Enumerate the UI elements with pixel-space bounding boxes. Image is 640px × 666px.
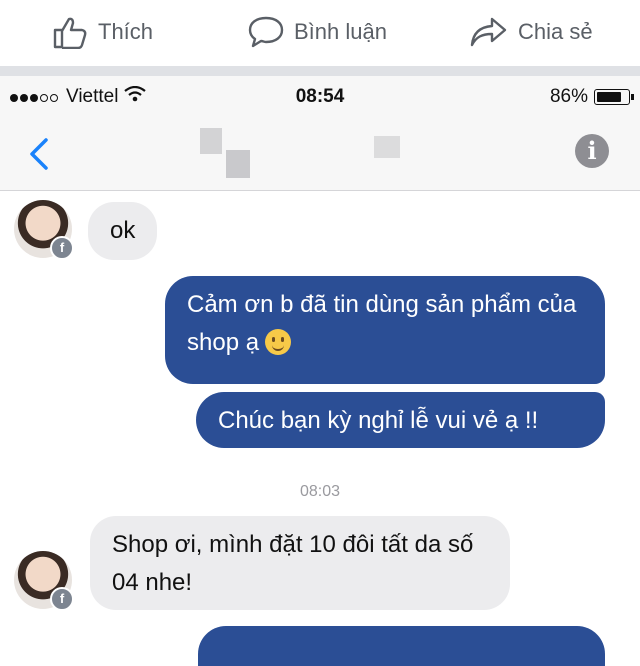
blurred-contact-name bbox=[200, 128, 222, 154]
conversation-header bbox=[0, 120, 640, 191]
like-button[interactable]: Thích bbox=[52, 10, 153, 54]
comment-button[interactable]: Bình luận bbox=[248, 10, 387, 54]
info-icon: i bbox=[587, 136, 597, 165]
share-arrow-icon bbox=[470, 15, 508, 49]
separator bbox=[0, 66, 640, 76]
share-label: Chia sẻ bbox=[518, 19, 593, 44]
message-timestamp: 08:03 bbox=[299, 483, 341, 500]
chevron-left-icon bbox=[30, 138, 48, 170]
contact-avatar[interactable]: f bbox=[14, 200, 74, 260]
facebook-action-bar: Thích Bình luận Chia sẻ bbox=[0, 0, 640, 66]
contact-avatar[interactable]: f bbox=[14, 551, 74, 611]
message-bubble-outgoing[interactable]: Chúc bạn kỳ nghỉ lễ vui vẻ ạ !! bbox=[196, 392, 605, 448]
speech-bubble-icon bbox=[248, 15, 284, 49]
back-button[interactable] bbox=[22, 134, 62, 174]
message-text: Cảm ơn b đã tin dùng sản phẩm của shop ạ bbox=[187, 291, 577, 356]
message-bubble-outgoing-partial[interactable] bbox=[198, 626, 605, 666]
battery-fill bbox=[597, 92, 621, 102]
blurred-contact-name bbox=[226, 150, 250, 178]
status-bar: Viettel 08:54 86% bbox=[0, 76, 640, 120]
comment-label: Bình luận bbox=[294, 19, 387, 44]
blurred-contact-status bbox=[374, 136, 400, 158]
smile-emoji-icon bbox=[265, 329, 292, 355]
message-bubble-incoming[interactable]: Shop ơi, mình đặt 10 đôi tất da số 04 nh… bbox=[90, 516, 510, 610]
messenger-badge-icon: f bbox=[50, 587, 74, 611]
message-bubble-outgoing[interactable]: Cảm ơn b đã tin dùng sản phẩm của shop ạ bbox=[165, 276, 605, 384]
battery-icon bbox=[594, 89, 634, 105]
share-button[interactable]: Chia sẻ bbox=[470, 10, 593, 54]
info-button[interactable]: i bbox=[575, 134, 609, 168]
battery-percent: 86% bbox=[549, 86, 588, 107]
message-bubble-incoming[interactable]: ok bbox=[88, 202, 158, 260]
status-time: 08:54 bbox=[295, 86, 345, 107]
messenger-badge-icon: f bbox=[50, 236, 74, 260]
like-label: Thích bbox=[98, 19, 154, 44]
thumbs-up-icon bbox=[52, 15, 88, 49]
